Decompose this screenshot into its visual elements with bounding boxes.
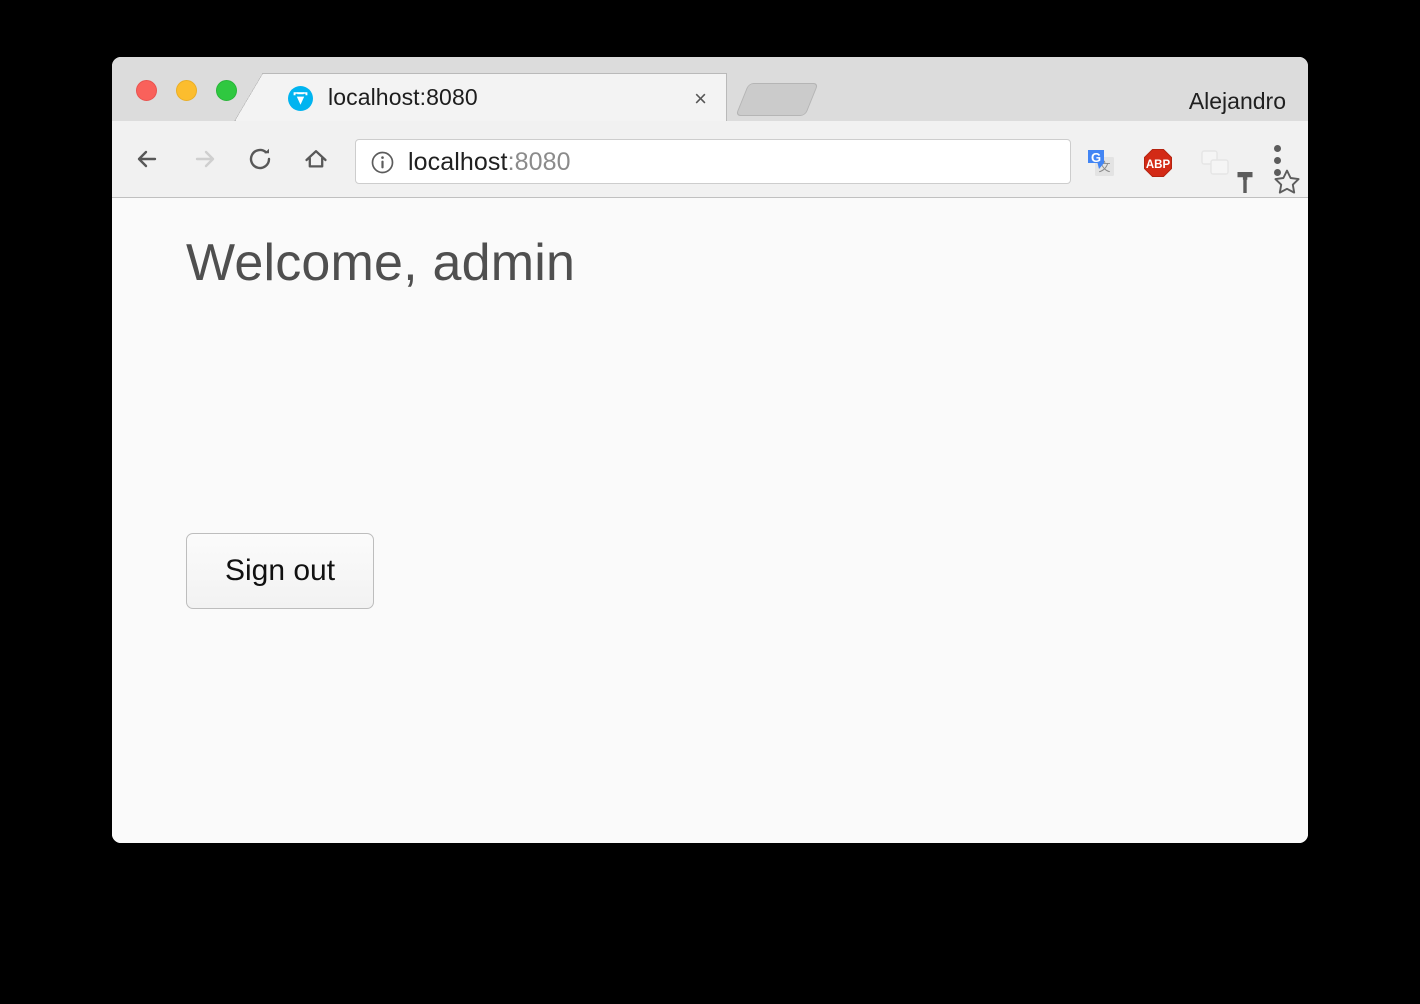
menu-dot: [1273, 169, 1281, 176]
three-dot-menu-icon[interactable]: [1262, 145, 1292, 179]
vaadin-logo-icon: [288, 86, 313, 111]
tab-title: localhost:8080: [328, 84, 478, 110]
sign-out-button[interactable]: Sign out: [186, 533, 374, 609]
browser-tab-localhost[interactable]: localhost:8080 ×: [234, 73, 727, 121]
close-window-button[interactable]: [136, 80, 157, 101]
home-icon[interactable]: [298, 141, 334, 177]
url-host: localhost: [408, 148, 508, 176]
google-translate-icon[interactable]: 文 G: [1086, 148, 1116, 178]
maximize-window-button[interactable]: [216, 80, 237, 101]
menu-dot: [1273, 145, 1281, 152]
tab-right-border: [726, 73, 727, 121]
browser-toolbar: localhost:8080 文 G ABP: [112, 121, 1308, 198]
window-controls: [136, 80, 237, 101]
arrow-left-icon[interactable]: [130, 141, 166, 177]
key-icon[interactable]: [1232, 169, 1258, 195]
svg-text:G: G: [1091, 150, 1101, 165]
minimize-window-button[interactable]: [176, 80, 197, 101]
tab-top-border: [262, 73, 727, 74]
address-bar[interactable]: localhost:8080: [355, 139, 1300, 194]
profile-name-label[interactable]: Alejandro: [1189, 88, 1286, 115]
browser-window: localhost:8080 × Alejandro localhost:808…: [112, 57, 1308, 843]
menu-dot: [1273, 157, 1281, 164]
new-tab-button[interactable]: [735, 83, 819, 116]
arrow-right-icon: [186, 141, 222, 177]
url-text[interactable]: localhost:8080: [408, 148, 571, 177]
page-title: Welcome, admin: [186, 234, 576, 292]
adblock-plus-icon[interactable]: ABP: [1143, 148, 1173, 178]
close-tab-button[interactable]: ×: [688, 86, 713, 111]
svg-text:ABP: ABP: [1146, 159, 1171, 171]
window-manager-icon[interactable]: [1200, 148, 1230, 178]
page-content: Welcome, admin Sign out: [112, 198, 1308, 843]
url-port: :8080: [507, 148, 571, 176]
reload-icon[interactable]: [242, 141, 278, 177]
info-circle-icon[interactable]: [371, 151, 394, 174]
tab-strip: localhost:8080 × Alejandro: [112, 57, 1308, 121]
